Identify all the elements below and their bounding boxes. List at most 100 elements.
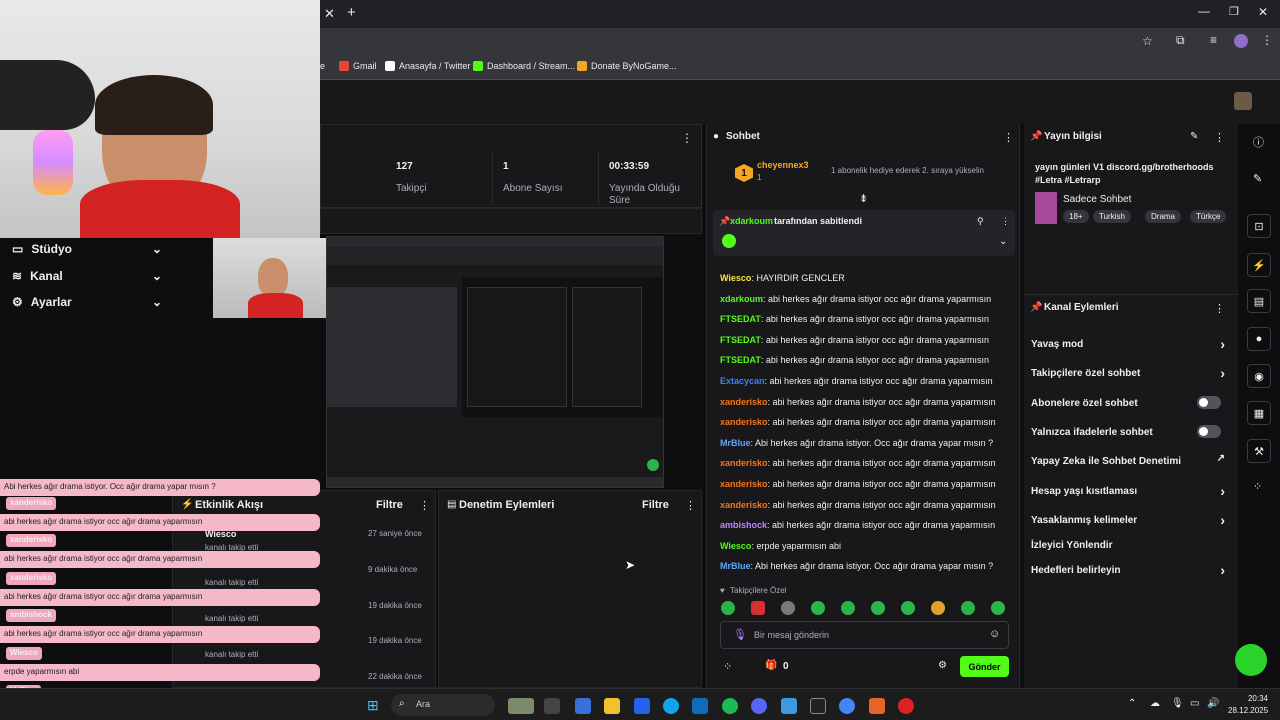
pencil-icon[interactable]: ✎ <box>1190 131 1198 142</box>
activity-filter-button[interactable]: Filtre <box>376 499 403 511</box>
info-menu-icon[interactable]: ⋮ <box>1214 131 1225 144</box>
chat-username[interactable]: xanderisko <box>720 417 768 427</box>
maximize-icon[interactable]: ❐ <box>1229 5 1239 18</box>
tray-app-icon[interactable]: ☁ <box>1150 698 1160 709</box>
floating-action-button[interactable] <box>1235 644 1267 676</box>
tray-mic-icon[interactable]: 🎙 <box>1171 698 1184 709</box>
unpin-icon[interactable]: ⚲ <box>977 216 984 227</box>
task-view-icon[interactable] <box>544 698 560 714</box>
bookmark-donate[interactable]: Donate ByNoGame... <box>577 61 677 71</box>
channel-action-item[interactable]: Yasaklanmış kelimeler › <box>1031 512 1231 528</box>
emote-icon[interactable] <box>901 601 915 615</box>
toggle-switch[interactable] <box>1197 425 1221 438</box>
rail-tools-icon[interactable]: ⚒ <box>1247 439 1271 463</box>
expand-down-icon[interactable]: ⇟ <box>859 192 868 205</box>
clock-date[interactable]: 28.12.2025 <box>1228 706 1268 715</box>
spotify-icon[interactable] <box>722 698 738 714</box>
chat-username[interactable]: xanderisko <box>720 458 768 468</box>
bookmark-twitter[interactable]: Anasayfa / Twitter <box>385 61 470 71</box>
outlook-icon[interactable] <box>692 698 708 714</box>
emoji-icon[interactable]: ☺ <box>989 628 1000 640</box>
channel-action-item[interactable]: Abonelere özel sohbet <box>1031 396 1231 409</box>
stream-category[interactable]: Sadece Sohbet <box>1063 194 1131 205</box>
emote-icon[interactable] <box>961 601 975 615</box>
gift-icon[interactable]: 🎁 <box>765 660 777 671</box>
send-button[interactable]: Gönder <box>960 656 1009 677</box>
chat-username[interactable]: xanderisko <box>720 500 768 510</box>
channel-action-item[interactable]: Hesap yaşı kısıtlaması › <box>1031 483 1231 499</box>
moderation-menu-icon[interactable]: ⋮ <box>685 499 696 512</box>
emote-icon[interactable] <box>871 601 885 615</box>
chat-username[interactable]: Wiesco <box>720 273 751 283</box>
widget-icon[interactable] <box>508 698 534 714</box>
chat-username[interactable]: xdarkoum <box>720 294 763 304</box>
stats-menu-icon[interactable]: ⋮ <box>681 131 693 145</box>
tag-badge[interactable]: 18+ <box>1063 210 1089 223</box>
file-explorer-icon[interactable] <box>604 698 620 714</box>
pinned-menu-icon[interactable]: ⋮ <box>1001 216 1010 227</box>
chat-username[interactable]: FTSEDAT <box>720 335 761 345</box>
bookmark-gmail[interactable]: Gmail <box>339 61 377 71</box>
chat-settings-gear-icon[interactable]: ⚙ <box>938 660 947 671</box>
edit-icon[interactable]: ✎ <box>1253 172 1262 185</box>
info-icon[interactable]: ⓘ <box>1253 134 1264 150</box>
obs-icon[interactable] <box>810 698 826 714</box>
tag-badge[interactable]: Turkish <box>1093 210 1131 223</box>
taskbar-search[interactable]: ⌕ Ara <box>391 694 495 716</box>
channel-action-item[interactable]: Takipçilere özel sohbet › <box>1031 365 1231 381</box>
tray-volume-icon[interactable]: 🔊 <box>1207 698 1219 709</box>
minimize-icon[interactable]: — <box>1198 4 1210 18</box>
emote-icon[interactable] <box>991 601 1005 615</box>
new-tab-icon[interactable]: + <box>347 4 356 21</box>
profile-avatar[interactable] <box>1234 34 1248 48</box>
toggle-switch[interactable] <box>1197 396 1221 409</box>
sub-leader-username[interactable]: cheyennex3 <box>757 160 809 170</box>
channel-action-item[interactable]: Yavaş mod › <box>1031 336 1231 352</box>
stream-preview[interactable] <box>326 236 664 488</box>
rail-capture-icon[interactable]: ⊡ <box>1247 214 1271 238</box>
sidebar-item-settings[interactable]: ⚙ Ayarlar ⌄ <box>12 295 162 309</box>
app-icon[interactable] <box>869 698 885 714</box>
app-icon[interactable] <box>781 698 797 714</box>
chat-username[interactable]: MrBlue <box>720 561 751 571</box>
discord-icon[interactable] <box>751 698 767 714</box>
chat-username[interactable]: FTSEDAT <box>720 355 761 365</box>
extensions-icon[interactable]: ⧉ <box>1176 33 1185 48</box>
close-tab-icon[interactable]: ✕ <box>324 6 335 22</box>
chat-username[interactable]: MrBlue <box>720 438 751 448</box>
chat-username[interactable]: xanderisko <box>720 479 768 489</box>
microphone-icon[interactable]: 🎙 <box>733 628 747 641</box>
tag-badge[interactable]: Türkçe <box>1190 210 1227 223</box>
emote-icon[interactable] <box>811 601 825 615</box>
chat-username[interactable]: xanderisko <box>720 397 768 407</box>
emote-icon[interactable] <box>931 601 945 615</box>
chat-username[interactable]: ambishock <box>720 520 767 530</box>
rail-points-icon[interactable]: ⁘ <box>1253 480 1262 493</box>
channel-action-item[interactable]: Yalnızca ifadelerle sohbet <box>1031 425 1231 438</box>
bookmark-star-icon[interactable]: ☆ <box>1142 34 1153 48</box>
chat-username[interactable]: Wiesco <box>720 541 751 551</box>
tray-chevron-icon[interactable]: ⌃ <box>1128 698 1136 709</box>
rail-chat-icon[interactable]: ● <box>1247 327 1271 351</box>
tray-network-icon[interactable]: ▭ <box>1190 698 1199 709</box>
channel-action-item[interactable]: Yapay Zeka ile Sohbet Denetimi ↗ <box>1031 453 1231 467</box>
category-thumbnail[interactable] <box>1035 192 1057 224</box>
activity-menu-icon[interactable]: ⋮ <box>419 499 430 512</box>
close-window-icon[interactable]: ✕ <box>1258 5 1268 19</box>
app-icon[interactable] <box>575 698 591 714</box>
media-icon[interactable]: ≡ <box>1210 33 1217 47</box>
store-icon[interactable] <box>634 698 650 714</box>
edge-icon[interactable] <box>663 698 679 714</box>
channel-points-icon[interactable]: ⁘ <box>723 660 732 673</box>
user-avatar[interactable] <box>1234 92 1252 110</box>
sidebar-item-channel[interactable]: ≋ Kanal ⌄ <box>12 269 162 283</box>
windows-start-icon[interactable]: ⊞ <box>367 697 379 714</box>
clock-time[interactable]: 20:34 <box>1228 694 1268 703</box>
chrome-icon[interactable] <box>839 698 855 714</box>
moderation-filter-button[interactable]: Filtre <box>642 499 669 511</box>
app-icon[interactable] <box>898 698 914 714</box>
sidebar-item-studio[interactable]: ▭ Stüdyo ⌄ <box>12 242 162 256</box>
pinned-message[interactable]: 📌 xdarkoum tarafından sabitlendi ⚲ ⋮ ⌄ <box>713 210 1015 256</box>
channel-action-item[interactable]: İzleyici Yönlendir <box>1031 540 1231 551</box>
browser-menu-icon[interactable]: ⋮ <box>1261 33 1273 47</box>
